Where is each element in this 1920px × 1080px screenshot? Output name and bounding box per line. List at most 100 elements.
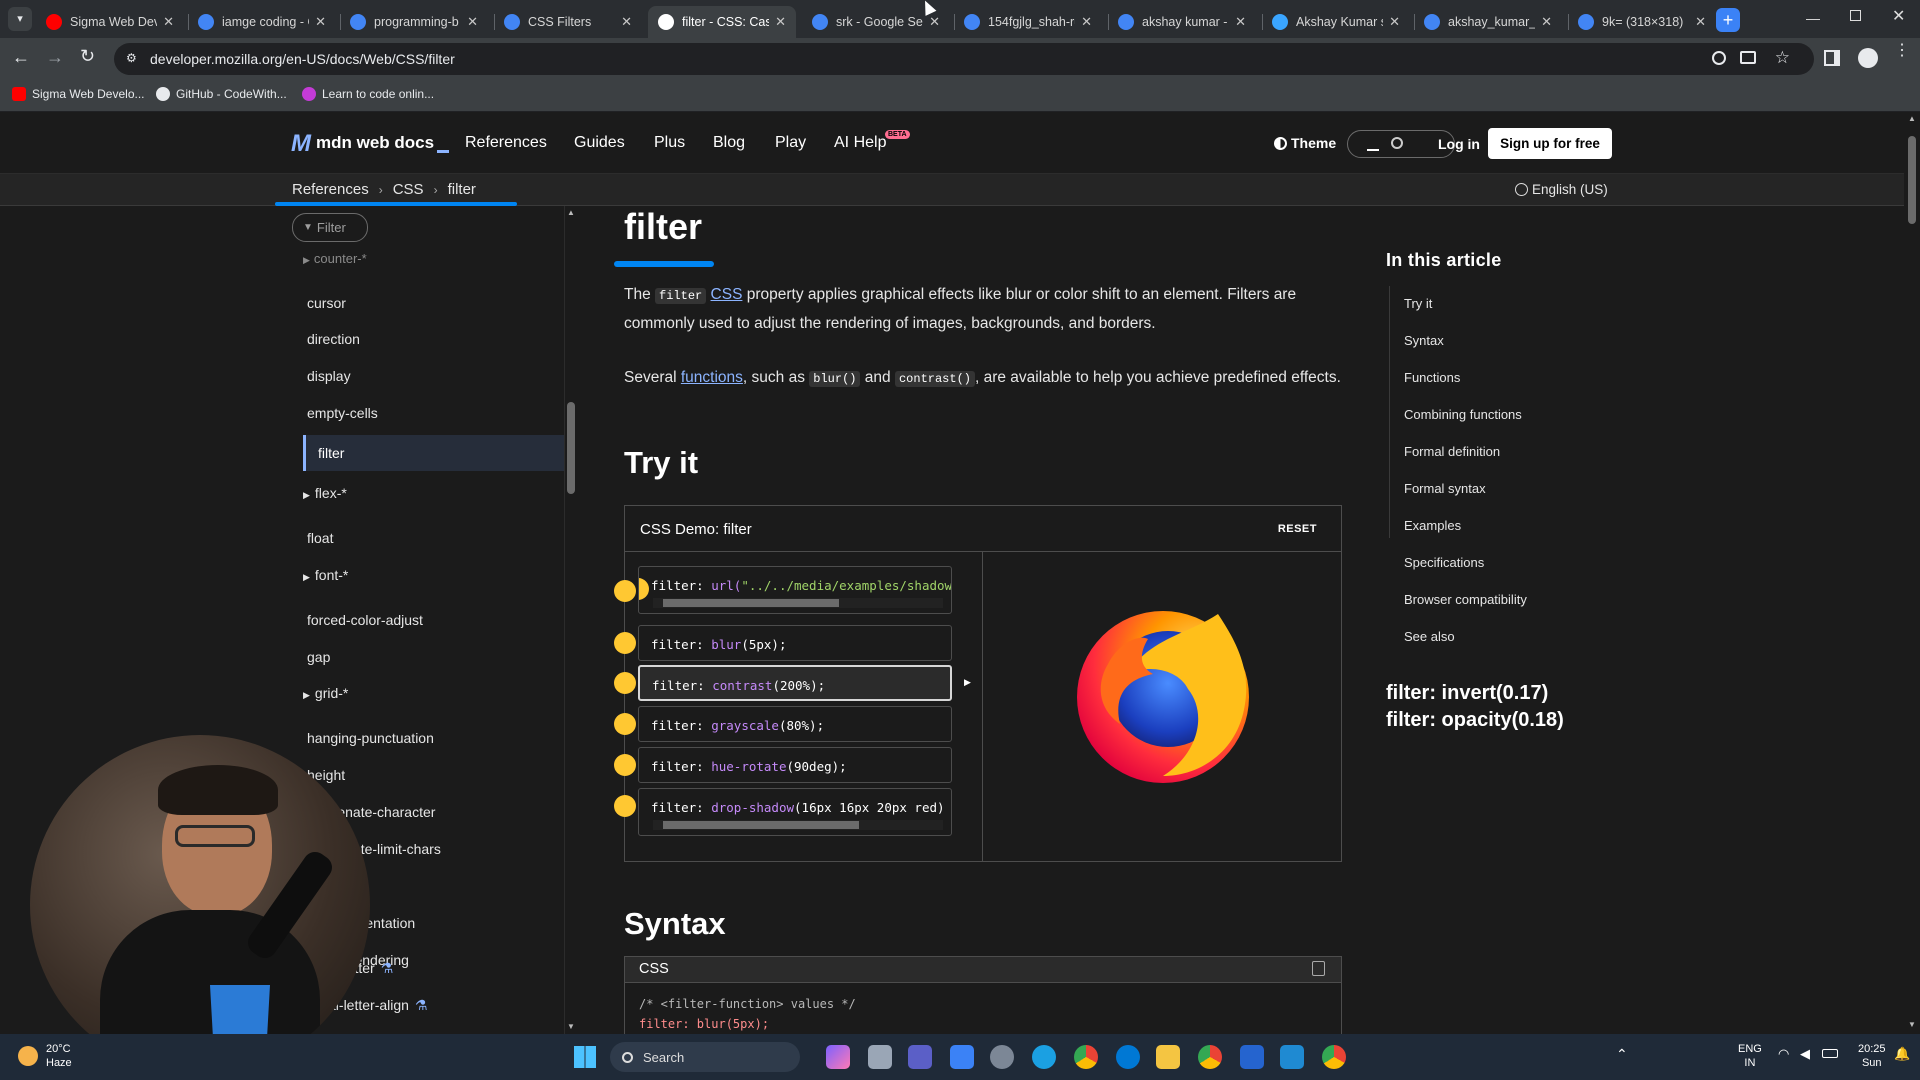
task-view-icon[interactable] bbox=[868, 1045, 892, 1069]
sidebar-item-cursor[interactable]: cursor bbox=[307, 295, 346, 311]
site-info-icon[interactable]: ⚙ bbox=[126, 51, 137, 65]
volume-icon[interactable]: ◀ bbox=[1800, 1046, 1810, 1062]
nav-plus[interactable]: Plus bbox=[654, 134, 685, 152]
nav-guides[interactable]: Guides bbox=[574, 134, 625, 152]
breadcrumb-css[interactable]: CSS bbox=[393, 181, 424, 198]
demo-option-drop-shadow[interactable]: filter: drop-shadow(16px 16px 20px red) bbox=[638, 788, 952, 836]
sidebar-scrollbar-track[interactable]: ▲ ▼ bbox=[564, 206, 576, 1034]
browser-tab[interactable]: CSS Filters ✕ bbox=[494, 6, 642, 38]
functions-link[interactable]: functions bbox=[681, 369, 743, 386]
browser-tab[interactable]: akshay_kumar_1 ✕ bbox=[1414, 6, 1562, 38]
install-app-icon[interactable] bbox=[1740, 51, 1756, 64]
toc-syntax[interactable]: Syntax bbox=[1404, 333, 1444, 348]
scroll-down-arrow[interactable]: ▼ bbox=[567, 1022, 575, 1031]
sidebar-item-empty-cells[interactable]: empty-cells bbox=[307, 405, 378, 421]
toc-try-it[interactable]: Try it bbox=[1404, 296, 1432, 311]
minimize-button[interactable]: — bbox=[1806, 10, 1820, 26]
sidebar-item-gap[interactable]: gap bbox=[307, 649, 330, 665]
forward-icon[interactable]: → bbox=[46, 47, 64, 68]
close-window-button[interactable]: ✕ bbox=[1892, 6, 1905, 26]
side-panel-icon[interactable] bbox=[1824, 50, 1840, 66]
browser-tab[interactable]: 154fgjlg_shah-ru ✕ bbox=[954, 6, 1102, 38]
close-tab-icon[interactable]: ✕ bbox=[621, 14, 632, 30]
edge-icon[interactable] bbox=[1032, 1045, 1056, 1069]
chrome-icon[interactable] bbox=[1074, 1045, 1098, 1069]
login-link[interactable]: Log in bbox=[1438, 136, 1480, 152]
teams-icon[interactable] bbox=[908, 1045, 932, 1069]
signup-button[interactable]: Sign up for free bbox=[1488, 128, 1612, 159]
sidebar-scroll-thumb[interactable] bbox=[567, 402, 575, 494]
address-bar[interactable]: ⚙ developer.mozilla.org/en-US/docs/Web/C… bbox=[114, 43, 1814, 75]
reset-button[interactable]: RESET bbox=[1278, 523, 1317, 535]
toc-formal-definition[interactable]: Formal definition bbox=[1404, 444, 1500, 459]
sidebar-item-float[interactable]: float bbox=[307, 530, 333, 546]
notification-bell-icon[interactable]: 🔔 bbox=[1894, 1046, 1910, 1062]
start-button[interactable] bbox=[574, 1046, 596, 1068]
mdn-logo[interactable]: M mdn web docs bbox=[291, 130, 450, 158]
close-tab-icon[interactable]: ✕ bbox=[775, 14, 786, 30]
language-indicator[interactable]: ENG IN bbox=[1738, 1042, 1762, 1070]
bookmark-learn[interactable]: Learn to code onlin... bbox=[302, 87, 434, 101]
close-tab-icon[interactable]: ✕ bbox=[163, 14, 174, 30]
taskbar-search[interactable]: Search bbox=[610, 1042, 800, 1072]
sidebar-item-display[interactable]: display bbox=[307, 368, 351, 384]
page-scroll-thumb[interactable] bbox=[1908, 136, 1916, 224]
tray-chevron-icon[interactable]: ⌃ bbox=[1616, 1046, 1628, 1063]
demo-option-grayscale[interactable]: filter: grayscale(80%); bbox=[638, 706, 952, 742]
sidebar-item-forced-color-adjust[interactable]: forced-color-adjust bbox=[307, 612, 423, 628]
chrome-icon-2[interactable] bbox=[1198, 1045, 1222, 1069]
tab-search-icon[interactable]: ▾ bbox=[8, 7, 32, 31]
clock[interactable]: 20:25 Sun bbox=[1858, 1042, 1886, 1070]
scroll-down-arrow[interactable]: ▼ bbox=[1908, 1020, 1916, 1029]
battery-icon[interactable] bbox=[1822, 1049, 1838, 1058]
css-link[interactable]: CSS bbox=[711, 286, 743, 303]
vscode-icon[interactable] bbox=[1280, 1045, 1304, 1069]
demo-option-hue-rotate[interactable]: filter: hue-rotate(90deg); bbox=[638, 747, 952, 783]
sidebar-item-filter-active[interactable]: filter bbox=[303, 435, 564, 471]
copy-icon[interactable] bbox=[1312, 961, 1325, 976]
close-tab-icon[interactable]: ✕ bbox=[315, 14, 326, 30]
browser-tab[interactable]: Akshay Kumar s ✕ bbox=[1262, 6, 1410, 38]
language-switcher[interactable]: English (US) bbox=[1515, 182, 1608, 197]
sidebar-item-counter[interactable]: ▶ counter-* bbox=[303, 251, 367, 266]
sidebar-item-font[interactable]: ▶ font-* bbox=[303, 567, 348, 583]
profile-icon[interactable] bbox=[1858, 48, 1878, 68]
demo-hscroll[interactable] bbox=[653, 820, 943, 830]
page-scrollbar[interactable]: ▲ ▼ bbox=[1904, 112, 1920, 1034]
nav-blog[interactable]: Blog bbox=[713, 134, 745, 152]
close-tab-icon[interactable]: ✕ bbox=[1695, 14, 1706, 30]
close-tab-icon[interactable]: ✕ bbox=[929, 14, 940, 30]
toc-see-also[interactable]: See also bbox=[1404, 629, 1455, 644]
toc-formal-syntax[interactable]: Formal syntax bbox=[1404, 481, 1486, 496]
todo-icon[interactable] bbox=[1240, 1045, 1264, 1069]
reload-icon[interactable]: ↻ bbox=[80, 46, 95, 67]
demo-option-contrast-selected[interactable]: filter: contrast(200%); bbox=[638, 665, 952, 701]
demo-option-blur[interactable]: filter: blur(5px); bbox=[638, 625, 952, 661]
close-tab-icon[interactable]: ✕ bbox=[1081, 14, 1092, 30]
browser-tab[interactable]: Sigma Web Dev ✕ bbox=[36, 6, 184, 38]
wifi-icon[interactable]: ◠ bbox=[1778, 1046, 1789, 1062]
close-tab-icon[interactable]: ✕ bbox=[1389, 14, 1400, 30]
nav-ai-help[interactable]: AI Help bbox=[834, 134, 886, 152]
browser-tab[interactable]: akshay kumar - G✕ bbox=[1108, 6, 1256, 38]
toc-functions[interactable]: Functions bbox=[1404, 370, 1460, 385]
theme-toggle[interactable]: Theme bbox=[1274, 135, 1336, 151]
toc-browser-compatibility[interactable]: Browser compatibility bbox=[1404, 592, 1527, 607]
toc-combining-functions[interactable]: Combining functions bbox=[1404, 407, 1522, 422]
bookmark-sigma[interactable]: Sigma Web Develo... bbox=[12, 87, 145, 101]
close-tab-icon[interactable]: ✕ bbox=[1541, 14, 1552, 30]
nav-references[interactable]: References bbox=[465, 134, 547, 152]
skype-icon[interactable] bbox=[1116, 1045, 1140, 1069]
back-icon[interactable]: ← bbox=[12, 47, 30, 68]
menu-icon[interactable]: ⋮ bbox=[1894, 43, 1910, 59]
sidebar-filter-input[interactable]: ▼ Filter bbox=[292, 213, 368, 242]
demo-option-url[interactable]: filter: url("../../media/examples/shadow bbox=[638, 566, 952, 614]
close-tab-icon[interactable]: ✕ bbox=[1235, 14, 1246, 30]
sidebar-item-grid[interactable]: ▶ grid-* bbox=[303, 685, 348, 701]
close-tab-icon[interactable]: ✕ bbox=[467, 14, 478, 30]
breadcrumb-references[interactable]: References bbox=[292, 181, 369, 198]
weather-widget[interactable]: 20°C Haze bbox=[18, 1042, 72, 1070]
bookmark-star-icon[interactable]: ☆ bbox=[1775, 48, 1790, 68]
scroll-up-arrow[interactable]: ▲ bbox=[567, 208, 575, 217]
sidebar-item-flex[interactable]: ▶ flex-* bbox=[303, 485, 347, 501]
